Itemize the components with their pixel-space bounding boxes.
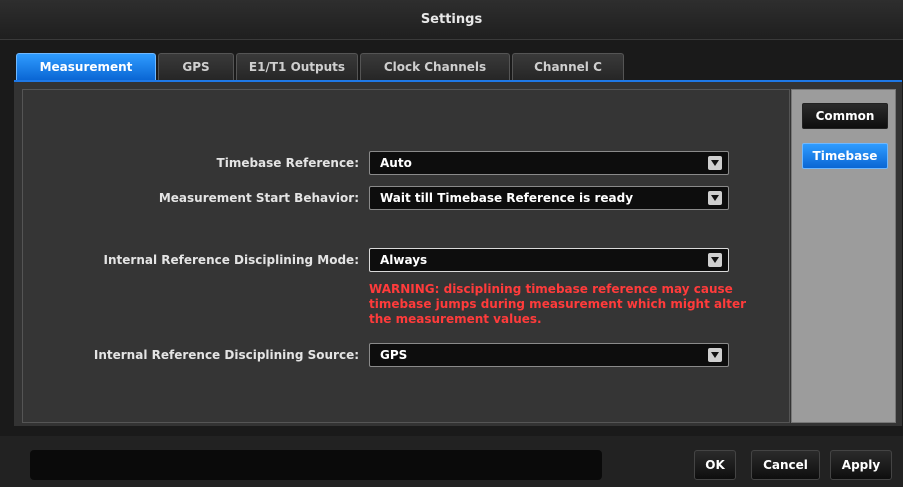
dropdown-arrow-icon[interactable] bbox=[708, 253, 722, 267]
dropdown-arrow-icon[interactable] bbox=[708, 348, 722, 362]
timebase-panel: Timebase Reference: Auto Measurement Sta… bbox=[22, 89, 790, 423]
disciplining-source-row: Internal Reference Disciplining Source: … bbox=[23, 343, 789, 367]
timebase-reference-select[interactable]: Auto bbox=[369, 151, 729, 175]
ok-button[interactable]: OK bbox=[694, 450, 736, 480]
start-behavior-label: Measurement Start Behavior: bbox=[158, 191, 359, 205]
status-bar bbox=[30, 450, 602, 480]
disciplining-source-value: GPS bbox=[380, 348, 408, 362]
cancel-button[interactable]: Cancel bbox=[751, 450, 820, 480]
disciplining-mode-value: Always bbox=[380, 253, 428, 267]
settings-content: Timebase Reference: Auto Measurement Sta… bbox=[14, 80, 902, 426]
section-side-panel: Common Timebase bbox=[791, 89, 896, 423]
disciplining-mode-row: Internal Reference Disciplining Mode: Al… bbox=[23, 248, 789, 272]
dropdown-arrow-icon[interactable] bbox=[708, 191, 722, 205]
tab-measurement[interactable]: Measurement bbox=[16, 53, 156, 80]
window-titlebar: Settings bbox=[0, 0, 903, 40]
tab-bar: Measurement GPS E1/T1 Outputs Clock Chan… bbox=[16, 52, 626, 80]
timebase-reference-value: Auto bbox=[380, 156, 412, 170]
start-behavior-value: Wait till Timebase Reference is ready bbox=[380, 191, 634, 205]
disciplining-source-label: Internal Reference Disciplining Source: bbox=[93, 348, 359, 362]
tab-channel-c[interactable]: Channel C bbox=[512, 53, 624, 80]
disciplining-mode-select[interactable]: Always bbox=[369, 248, 729, 272]
disciplining-source-select[interactable]: GPS bbox=[369, 343, 729, 367]
dialog-footer: OK Cancel Apply bbox=[0, 436, 903, 487]
dropdown-arrow-icon[interactable] bbox=[708, 156, 722, 170]
tab-gps[interactable]: GPS bbox=[158, 53, 234, 80]
tab-e1t1-outputs[interactable]: E1/T1 Outputs bbox=[236, 53, 358, 80]
timebase-reference-label: Timebase Reference: bbox=[216, 156, 359, 170]
start-behavior-row: Measurement Start Behavior: Wait till Ti… bbox=[23, 186, 789, 210]
timebase-section-button[interactable]: Timebase bbox=[802, 143, 888, 169]
window-title: Settings bbox=[420, 12, 483, 27]
start-behavior-select[interactable]: Wait till Timebase Reference is ready bbox=[369, 186, 729, 210]
disciplining-mode-label: Internal Reference Disciplining Mode: bbox=[103, 253, 359, 267]
timebase-reference-row: Timebase Reference: Auto bbox=[23, 151, 789, 175]
warning-message: WARNING: disciplining timebase reference… bbox=[369, 282, 747, 326]
apply-button[interactable]: Apply bbox=[830, 450, 892, 480]
common-section-button[interactable]: Common bbox=[802, 103, 888, 129]
tab-clock-channels[interactable]: Clock Channels bbox=[360, 53, 510, 80]
